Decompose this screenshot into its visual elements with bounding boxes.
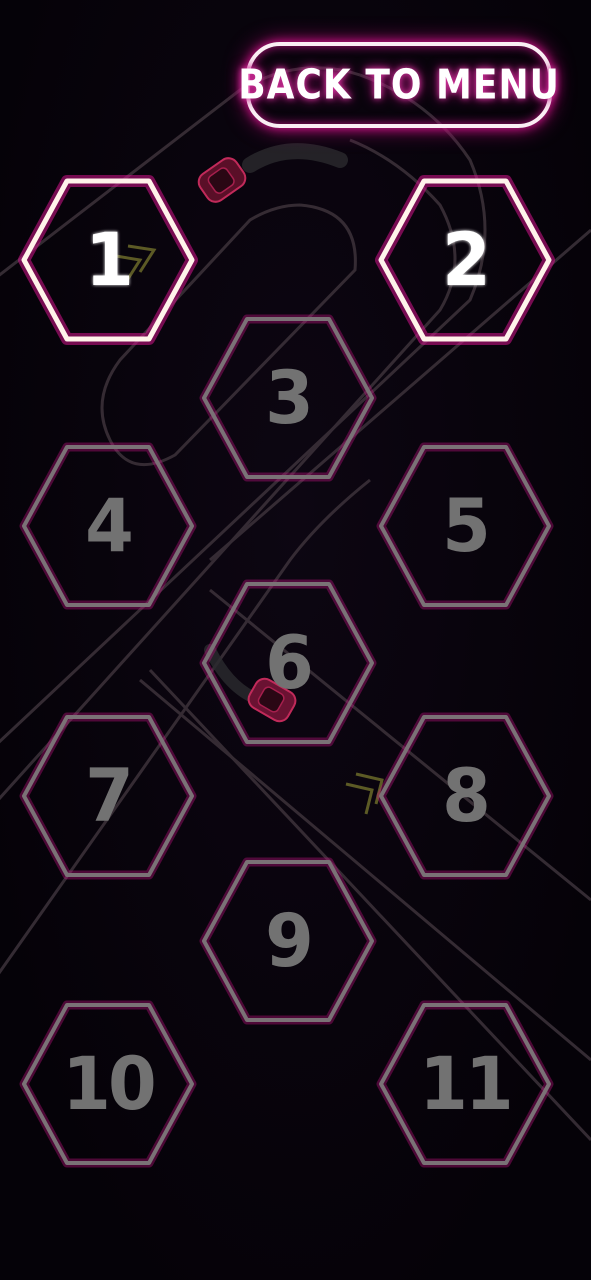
level-button-3[interactable]: 3 — [199, 314, 377, 482]
level-number: 9 — [265, 897, 314, 985]
level-number: 7 — [85, 752, 134, 840]
level-button-2[interactable]: 2 — [375, 175, 555, 345]
level-number: 6 — [265, 619, 314, 707]
level-number: 3 — [265, 354, 314, 442]
level-number: 10 — [62, 1040, 156, 1128]
level-number: 11 — [419, 1040, 513, 1128]
level-number: 4 — [85, 482, 134, 570]
level-button-9[interactable]: 9 — [199, 857, 377, 1025]
level-select-screen: BACK TO MENU 1 2 3 4 5 6 7 8 9 10 11 — [0, 0, 591, 1280]
level-button-7[interactable]: 7 — [19, 712, 197, 880]
back-to-menu-label: BACK TO MENU — [238, 61, 560, 109]
level-button-11[interactable]: 11 — [376, 1000, 554, 1168]
level-button-10[interactable]: 10 — [19, 1000, 197, 1168]
back-to-menu-button[interactable]: BACK TO MENU — [238, 42, 559, 128]
level-button-5[interactable]: 5 — [376, 442, 554, 610]
level-number: 8 — [442, 752, 491, 840]
level-number: 1 — [85, 216, 134, 304]
level-button-4[interactable]: 4 — [19, 442, 197, 610]
level-button-1[interactable]: 1 — [18, 175, 198, 345]
level-number: 5 — [442, 482, 491, 570]
level-number: 2 — [442, 216, 491, 304]
level-button-6[interactable]: 6 — [199, 579, 377, 747]
level-button-8[interactable]: 8 — [376, 712, 554, 880]
